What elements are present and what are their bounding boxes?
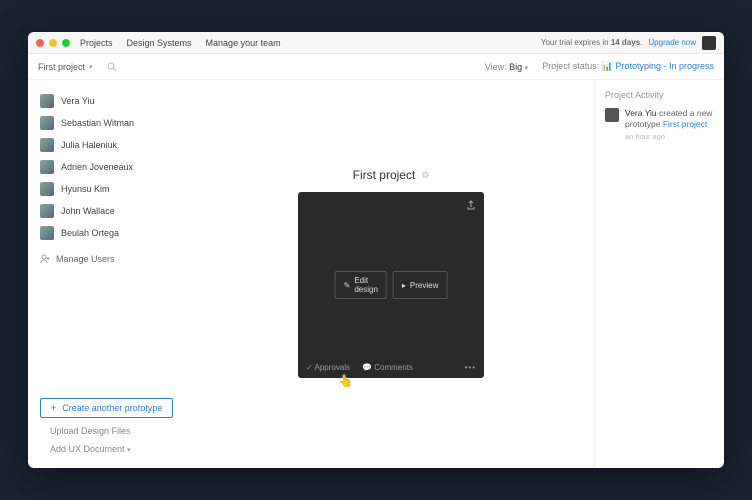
app-window: Projects Design Systems Manage your team… [28,32,724,468]
user-item[interactable]: Hyunsu Kim [40,182,176,196]
avatar [40,182,54,196]
activity-time: an hour ago [625,132,714,142]
nav-manage-team[interactable]: Manage your team [206,38,281,48]
project-name: First project [38,62,85,72]
activity-link[interactable]: First project [663,119,707,129]
current-user-avatar[interactable] [702,36,716,50]
settings-icon[interactable]: ⚙ [421,170,429,181]
project-selector[interactable]: First project ▾ [38,62,93,72]
sidebar-footer: + Create another prototype Upload Design… [40,398,176,454]
window-controls [36,39,70,47]
user-name: Beulah Ortega [61,228,119,238]
user-name: Hyunsu Kim [61,184,110,194]
approvals-tab[interactable]: ✓ Approvals [306,363,350,372]
chevron-down-icon: ▾ [127,447,131,454]
user-item[interactable]: John Wallace [40,204,176,218]
share-icon[interactable] [466,200,476,210]
user-item[interactable]: Sebastian Witman [40,116,176,130]
create-prototype-button[interactable]: + Create another prototype [40,398,173,418]
more-icon[interactable]: ••• [465,363,476,372]
user-name: Vera Yiu [61,96,95,106]
avatar [40,226,54,240]
avatar [40,94,54,108]
project-status[interactable]: Project status: 📊 Prototyping - In progr… [542,61,714,72]
avatar [40,116,54,130]
trial-text: Your trial expires in 14 days. [541,38,643,47]
prototype-card[interactable]: ✎ Edit design ▸ Preview ✓ Approvals 💬 Co… [298,192,484,378]
preview-button[interactable]: ▸ Preview [393,271,447,299]
user-name: Adrien Joveneaux [61,162,133,172]
sidebar: Vera Yiu Sebastian Witman Julia Haleniuk… [28,80,188,468]
edit-design-button[interactable]: ✎ Edit design [335,271,387,299]
activity-heading: Project Activity [605,90,714,100]
avatar [40,160,54,174]
user-name: Sebastian Witman [61,118,134,128]
comments-tab[interactable]: 💬 Comments [362,363,413,372]
nav-design-systems[interactable]: Design Systems [127,38,192,48]
card-actions: ✎ Edit design ▸ Preview [335,271,448,299]
canvas: First project ⚙ ✎ Edit design ▸ Preview [188,80,594,468]
view-switcher[interactable]: View: Big ▾ [485,62,528,72]
user-item[interactable]: Julia Haleniuk [40,138,176,152]
create-prototype-label: Create another prototype [62,403,162,413]
activity-item: Vera Yiu created a new prototype First p… [605,108,714,142]
chevron-down-icon: ▾ [89,63,93,71]
plus-icon: + [51,403,56,413]
activity-user: Vera Yiu [625,108,657,118]
user-plus-icon [40,254,50,264]
trial-notice: Your trial expires in 14 days. Upgrade n… [541,36,716,50]
user-item[interactable]: Beulah Ortega [40,226,176,240]
search-icon[interactable] [107,62,117,72]
top-nav: Projects Design Systems Manage your team [80,38,281,48]
nav-projects[interactable]: Projects [80,38,113,48]
maximize-window-icon[interactable] [62,39,70,47]
prototype-title: First project ⚙ [353,168,430,182]
avatar [40,204,54,218]
add-ux-document[interactable]: Add UX Document ▾ [40,444,176,454]
titlebar: Projects Design Systems Manage your team… [28,32,724,54]
edit-label: Edit design [354,276,378,294]
activity-panel: Project Activity Vera Yiu created a new … [594,80,724,468]
main: Vera Yiu Sebastian Witman Julia Haleniuk… [28,80,724,468]
pencil-icon: ✎ [344,281,351,290]
user-item[interactable]: Adrien Joveneaux [40,160,176,174]
play-icon: ▸ [402,281,406,290]
manage-users-label: Manage Users [56,254,115,264]
user-item[interactable]: Vera Yiu [40,94,176,108]
close-window-icon[interactable] [36,39,44,47]
avatar [605,108,619,122]
manage-users[interactable]: Manage Users [40,254,176,264]
cursor-icon: 👆 [338,374,353,388]
user-name: Julia Haleniuk [61,140,117,150]
upload-design-files[interactable]: Upload Design Files [40,426,176,436]
minimize-window-icon[interactable] [49,39,57,47]
card-footer: ✓ Approvals 💬 Comments ••• 👆 [298,356,484,378]
avatar [40,138,54,152]
preview-label: Preview [410,281,438,290]
upgrade-link[interactable]: Upgrade now [648,38,696,47]
subbar: First project ▾ View: Big ▾ Project stat… [28,54,724,80]
user-name: John Wallace [61,206,115,216]
